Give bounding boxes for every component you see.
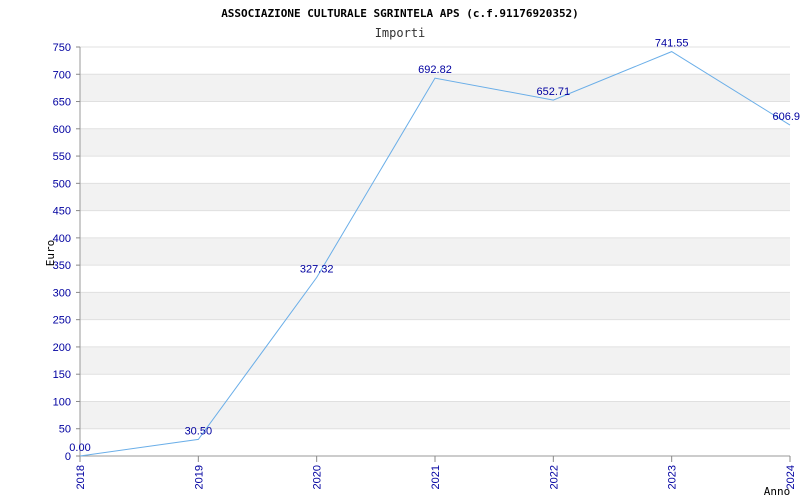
y-tick-label: 300 [53, 287, 71, 299]
x-tick-label: 2022 [548, 465, 560, 489]
x-axis-ticks: 2018 2019 2020 2021 2022 2023 2024 [75, 456, 797, 489]
x-tick-label: 2021 [430, 465, 442, 489]
grid-band [80, 237, 790, 266]
y-tick-label: 250 [53, 315, 71, 327]
grid-band [80, 128, 790, 157]
y-tick-label: 150 [53, 369, 71, 381]
data-label: 327.32 [300, 264, 334, 276]
x-tick-label: 2023 [667, 465, 679, 489]
data-label: 652.71 [537, 86, 571, 98]
line-chart: 0 50 100 150 200 250 300 350 400 450 500 550 600 650 7… [0, 0, 800, 500]
data-label: 606.9 [772, 111, 800, 123]
x-tick-label: 2019 [193, 465, 205, 489]
data-label: 692.82 [418, 64, 452, 76]
y-axis-label: Euro [44, 240, 57, 267]
y-tick-label: 650 [53, 97, 71, 109]
chart-title: ASSOCIAZIONE CULTURALE SGRINTELA APS (c.… [221, 7, 579, 20]
grid-band [80, 183, 790, 211]
data-label: 30.50 [185, 425, 213, 437]
data-label: 0.00 [69, 442, 90, 454]
y-tick-label: 100 [53, 396, 71, 408]
y-tick-label: 50 [59, 424, 71, 436]
x-tick-label: 2018 [75, 465, 87, 489]
grid-band [80, 346, 790, 375]
y-tick-label: 750 [53, 42, 71, 54]
x-tick-label: 2020 [312, 465, 324, 489]
y-tick-label: 600 [53, 124, 71, 136]
y-tick-label: 500 [53, 178, 71, 190]
y-tick-label: 550 [53, 151, 71, 163]
y-tick-label: 200 [53, 342, 71, 354]
data-label: 741.55 [655, 38, 689, 50]
y-tick-label: 450 [53, 206, 71, 218]
y-tick-label: 700 [53, 69, 71, 81]
grid-band [80, 292, 790, 320]
grid-bands [80, 74, 790, 429]
chart-subtitle: Importi [375, 26, 426, 40]
chart-canvas: 0501001502002503003504004505005506006507… [44, 7, 800, 498]
x-axis-label: Anno [764, 485, 791, 498]
